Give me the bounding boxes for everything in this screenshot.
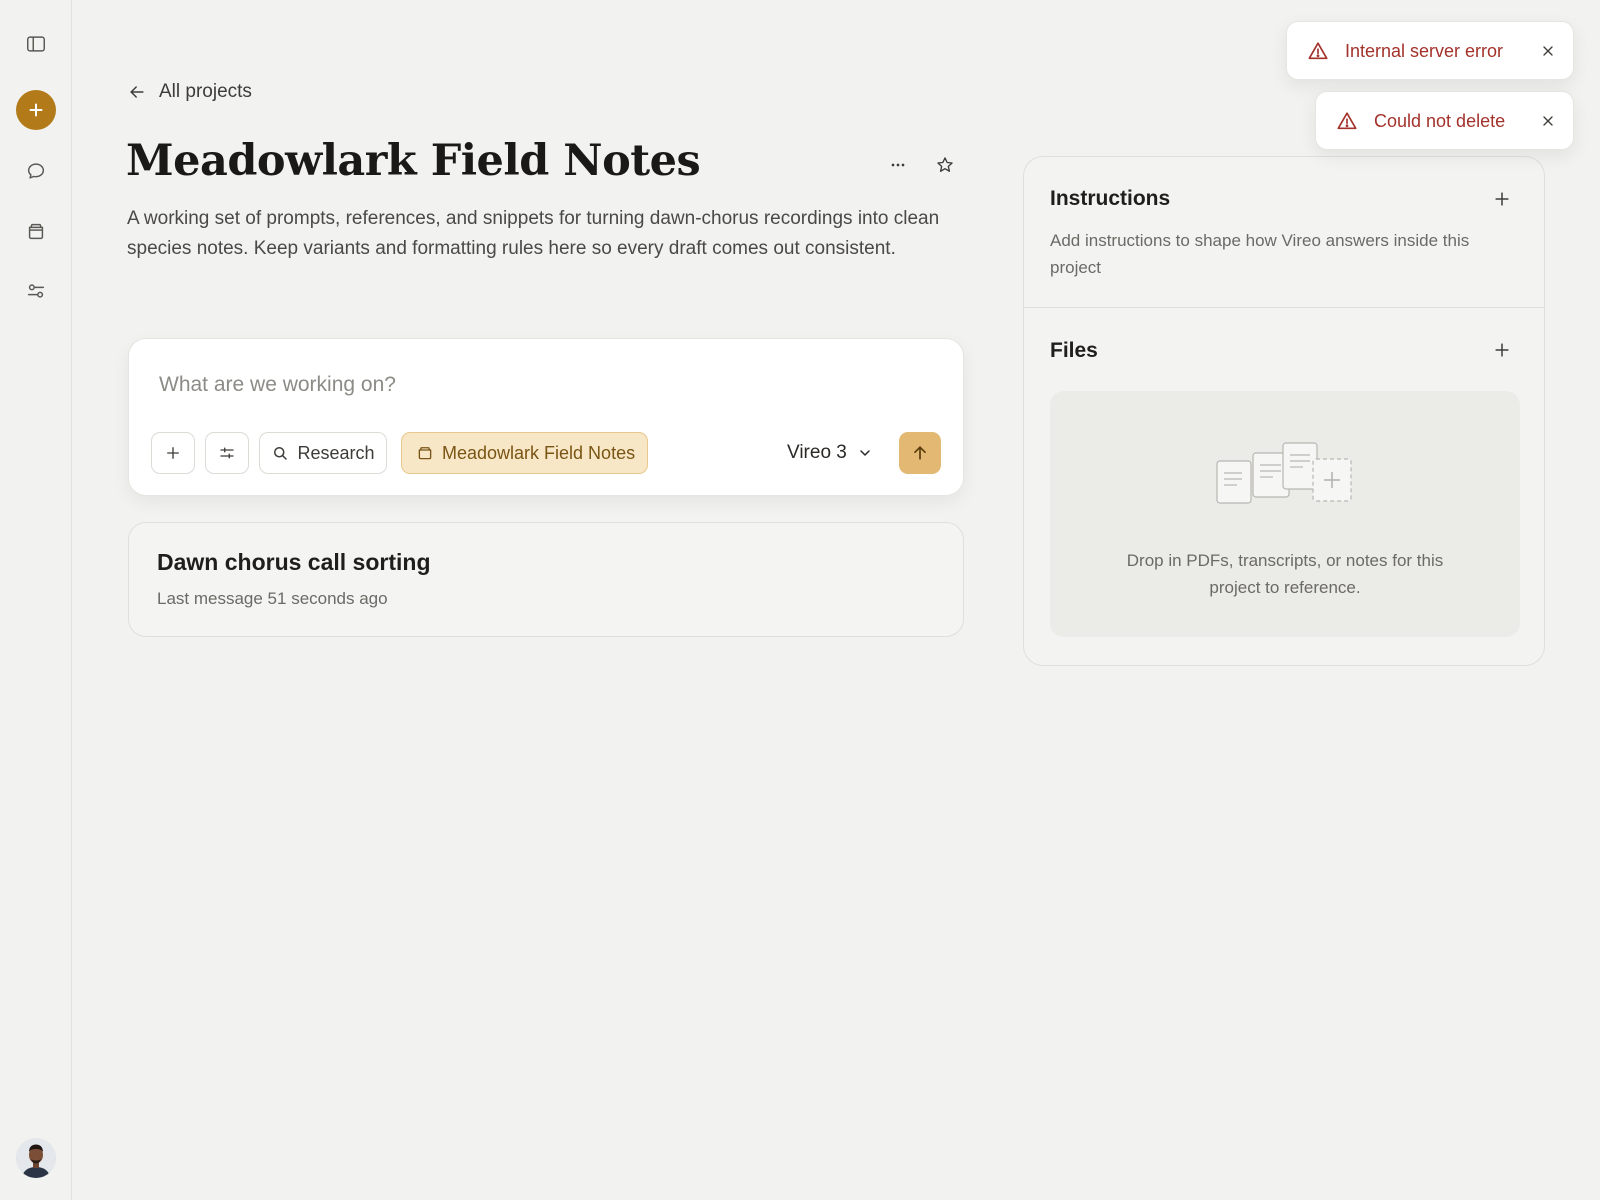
sidebar — [0, 0, 72, 1200]
plus-icon — [167, 447, 179, 459]
chevron-down-icon — [860, 450, 870, 456]
arrow-left-icon — [130, 86, 144, 98]
close-icon — [1543, 46, 1553, 56]
add-attachment-button[interactable] — [151, 432, 195, 474]
projects-icon — [28, 223, 44, 240]
sidebar-toggle-icon — [27, 36, 45, 52]
chat-title: Dawn chorus call sorting — [157, 549, 431, 575]
sliders-icon — [220, 447, 234, 459]
toast-message: Could not delete — [1374, 111, 1506, 131]
send-button[interactable] — [899, 432, 941, 474]
search-icon — [274, 447, 288, 460]
user-avatar-icon — [16, 1138, 56, 1178]
tools-button[interactable] — [205, 432, 249, 474]
model-selector[interactable]: Vireo 3 — [787, 432, 873, 474]
prompt-input[interactable] — [159, 367, 919, 403]
file-dropzone[interactable]: Drop in PDFs, transcripts, or notes for … — [1050, 391, 1520, 637]
project-knowledge-panel: Instructions Add instructions to shape h… — [1023, 156, 1545, 666]
project-description: A working set of prompts, references, an… — [127, 208, 940, 259]
research-label: Research — [297, 442, 375, 463]
toast-message: Internal server error — [1345, 41, 1504, 61]
model-label: Vireo 3 — [787, 442, 847, 463]
project-chip[interactable]: Meadowlark Field Notes — [401, 432, 649, 474]
star-icon — [937, 157, 953, 172]
dropzone-text: Drop in PDFs, transcripts, or notes for … — [1126, 551, 1444, 597]
files-heading: Files — [1050, 339, 1098, 362]
dismiss-toast-button[interactable] — [1537, 40, 1559, 62]
avatar[interactable] — [16, 1138, 56, 1178]
sidebar-toggle-button[interactable] — [16, 24, 56, 64]
error-toast: Internal server error — [1286, 21, 1574, 80]
projects-icon — [418, 447, 432, 460]
instructions-heading: Instructions — [1050, 187, 1171, 210]
projects-button[interactable] — [16, 211, 56, 251]
documents-illustration-icon — [1216, 442, 1352, 504]
plus-icon — [1495, 343, 1509, 357]
warning-icon — [1337, 112, 1357, 130]
back-to-projects-link[interactable]: All projects — [127, 78, 252, 106]
close-icon — [1543, 116, 1553, 126]
plus-icon — [29, 103, 43, 117]
more-options-button[interactable] — [882, 149, 914, 181]
customize-button[interactable] — [16, 271, 56, 311]
composer: Research Meadowlark Field Notes Vireo 3 — [128, 338, 964, 496]
plus-icon — [1495, 192, 1509, 206]
add-instructions-button[interactable] — [1486, 183, 1518, 215]
chat-last-message-time: Last message 51 seconds ago — [157, 589, 388, 608]
error-toast: Could not delete — [1315, 91, 1574, 150]
warning-icon — [1308, 42, 1328, 60]
panel-divider — [1024, 307, 1544, 308]
research-button[interactable]: Research — [259, 432, 387, 474]
page-title: Meadowlark Field Notes — [126, 136, 701, 186]
arrow-up-icon — [914, 446, 926, 460]
ellipsis-icon — [891, 163, 905, 167]
project-chip-label: Meadowlark Field Notes — [442, 442, 636, 463]
chats-button[interactable] — [16, 151, 56, 191]
instructions-description: Add instructions to shape how Vireo answ… — [1050, 231, 1470, 277]
add-files-button[interactable] — [1486, 334, 1518, 366]
sliders-icon — [27, 284, 45, 298]
back-link-label: All projects — [159, 81, 252, 102]
chat-bubble-icon — [27, 163, 45, 179]
chat-list-item[interactable]: Dawn chorus call sorting Last message 51… — [128, 522, 964, 637]
favorite-button[interactable] — [929, 149, 961, 181]
dismiss-toast-button[interactable] — [1537, 110, 1559, 132]
new-chat-button[interactable] — [16, 90, 56, 130]
